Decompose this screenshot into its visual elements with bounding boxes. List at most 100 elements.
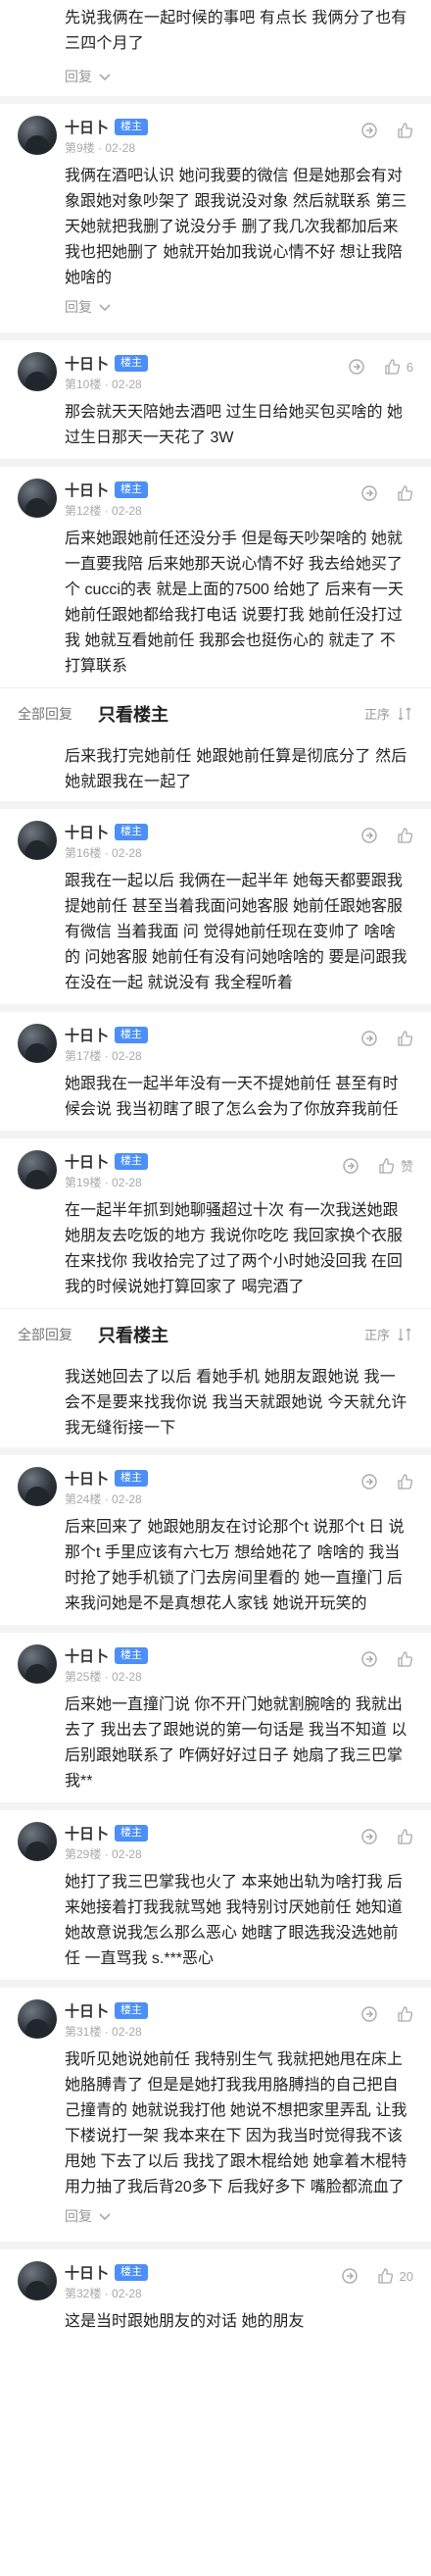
post-text: 我送她回去了以后 看她手机 她朋友跟她说 我一会不是要来找我你说 我当天就跟她说… (65, 1369, 407, 1437)
author-badge: 楼主 (115, 823, 149, 840)
floor-number: 第32楼 (65, 2287, 102, 2300)
username[interactable]: 十日卜 (65, 480, 109, 500)
share-button[interactable] (341, 2267, 359, 2285)
chevron-down-icon (99, 74, 111, 81)
floor-number: 第17楼 (65, 1049, 102, 1063)
username[interactable]: 十日卜 (65, 1823, 109, 1844)
like-button[interactable] (396, 1828, 413, 1845)
share-button[interactable] (348, 358, 365, 376)
thread-page: 先说我俩在一起时候的事吧 有点长 我俩分了也有三四个月了 回复 十日卜 楼主 第… (0, 0, 431, 2576)
username[interactable]: 十日卜 (65, 1645, 109, 1666)
post-date: 02-28 (112, 504, 142, 518)
floor-item: 十日卜 楼主 第31楼 · 02-28 我听见她说她前任 我特别生气 我就把她甩… (0, 1988, 431, 2242)
author-badge: 楼主 (115, 118, 149, 135)
thumbs-up-icon (398, 1474, 413, 1490)
sort-toggle[interactable]: 正序 (364, 1325, 413, 1343)
avatar[interactable] (18, 2261, 57, 2300)
share-button[interactable] (360, 2005, 378, 2023)
divider (0, 1447, 431, 1455)
username[interactable]: 十日卜 (65, 117, 109, 137)
like-button[interactable] (396, 122, 413, 139)
share-button[interactable] (360, 122, 378, 139)
divider (0, 1802, 431, 1810)
floor-text: 她跟我在一起半年没有一天不提她前任 甚至有时候会说 我当初瞎了眼了怎么会为了你放… (65, 1076, 399, 1118)
username[interactable]: 十日卜 (65, 1151, 109, 1172)
avatar[interactable] (18, 352, 57, 391)
share-icon (361, 1829, 377, 1844)
floor-number: 第16楼 (65, 846, 102, 860)
avatar[interactable] (18, 1999, 57, 2039)
divider (0, 459, 431, 467)
username[interactable]: 十日卜 (65, 1025, 109, 1045)
share-button[interactable] (342, 1157, 359, 1175)
thumbs-up-icon (379, 1157, 395, 1174)
author-badge: 楼主 (115, 2001, 149, 2019)
avatar[interactable] (18, 821, 57, 860)
avatar[interactable] (18, 116, 57, 155)
like-button[interactable]: 6 (383, 358, 413, 376)
like-button[interactable]: 20 (376, 2267, 413, 2285)
share-icon (361, 1474, 377, 1490)
thumbs-up-icon (398, 485, 413, 501)
avatar[interactable] (18, 1467, 57, 1506)
floor-item: 十日卜 楼主 第19楼 · 02-28 赞 在一起半年抓到她聊骚超过十次 有一次… (0, 1138, 431, 1308)
author-badge: 楼主 (115, 480, 149, 498)
username[interactable]: 十日卜 (65, 2262, 109, 2283)
tab-author-only[interactable]: 只看楼主 (98, 701, 168, 727)
like-button[interactable] (396, 1030, 413, 1047)
reply-expand[interactable]: 回复 (65, 67, 114, 86)
avatar[interactable] (18, 1644, 57, 1684)
thumbs-up-icon (385, 359, 400, 375)
sort-icon (398, 707, 411, 720)
like-button[interactable] (396, 1473, 413, 1490)
username[interactable]: 十日卜 (65, 1468, 109, 1489)
continued-post: 后来我打完她前任 她跟她前任算是彻底分了 然后她就跟我在一起了 (0, 738, 431, 801)
like-button[interactable]: 赞 (377, 1156, 413, 1175)
username[interactable]: 十日卜 (65, 353, 109, 374)
username[interactable]: 十日卜 (65, 2000, 109, 2021)
post-date: 02-28 (112, 2287, 142, 2300)
divider (0, 1625, 431, 1633)
share-icon (361, 485, 377, 501)
like-button[interactable] (396, 1650, 413, 1668)
like-button[interactable] (396, 2005, 413, 2023)
username[interactable]: 十日卜 (65, 822, 109, 842)
share-button[interactable] (360, 484, 378, 502)
top-post: 先说我俩在一起时候的事吧 有点长 我俩分了也有三四个月了 回复 (0, 0, 431, 96)
chevron-down-icon (99, 2213, 111, 2221)
post-date: 02-28 (105, 141, 136, 155)
author-badge: 楼主 (115, 1026, 149, 1043)
author-badge: 楼主 (115, 1152, 149, 1170)
share-button[interactable] (360, 1030, 378, 1047)
floor-number: 第10楼 (65, 378, 102, 391)
share-icon (361, 123, 377, 138)
share-button[interactable] (360, 1473, 378, 1490)
floor-text: 那会就天天陪她去酒吧 过生日给她买包买啥的 她过生日那天一天花了 3W (65, 404, 403, 446)
share-icon (361, 1651, 377, 1667)
floor-item: 十日卜 楼主 第12楼 · 02-28 后来她跟她前任还没分手 但是每天吵架啥的… (0, 467, 431, 687)
reply-expand[interactable]: 回复 (65, 2206, 114, 2226)
tab-all-replies[interactable]: 全部回复 (18, 1325, 72, 1344)
like-button[interactable] (396, 827, 413, 844)
floor-item: 十日卜 楼主 第10楼 · 02-28 6 那会就天天陪她去酒吧 过生日给她买包… (0, 340, 431, 459)
avatar[interactable] (18, 479, 57, 518)
like-button[interactable] (396, 484, 413, 502)
reply-expand[interactable]: 回复 (65, 297, 114, 317)
avatar[interactable] (18, 1024, 57, 1063)
share-button[interactable] (360, 1650, 378, 1668)
share-button[interactable] (360, 1828, 378, 1845)
chevron-down-icon (99, 304, 111, 312)
floor-text: 后来她跟她前任还没分手 但是每天吵架啥的 她就一直要我陪 后来她那天说心情不好 … (65, 530, 404, 675)
share-button[interactable] (360, 827, 378, 844)
sort-toggle[interactable]: 正序 (364, 704, 413, 723)
tab-all-replies[interactable]: 全部回复 (18, 704, 72, 724)
avatar[interactable] (18, 1150, 57, 1189)
post-text: 后来我打完她前任 她跟她前任算是彻底分了 然后她就跟我在一起了 (65, 748, 407, 790)
tab-author-only[interactable]: 只看楼主 (98, 1322, 168, 1347)
floor-item: 十日卜 楼主 第32楼 · 02-28 20 这是当时跟她朋友的对话 她的朋友 (0, 2249, 431, 2343)
floor-item: 十日卜 楼主 第9楼 · 02-28 我俩在酒吧认识 她问我要的微信 但是她那会… (0, 104, 431, 332)
floor-text: 后来回来了 她跟她朋友在讨论那个t 说那个t 日 说那个t 手里应该有六七万 想… (65, 1519, 405, 1612)
avatar[interactable] (18, 1822, 57, 1861)
author-badge: 楼主 (115, 1646, 149, 1664)
floor-item: 十日卜 楼主 第17楼 · 02-28 她跟我在一起半年没有一天不提她前任 甚至… (0, 1012, 431, 1131)
